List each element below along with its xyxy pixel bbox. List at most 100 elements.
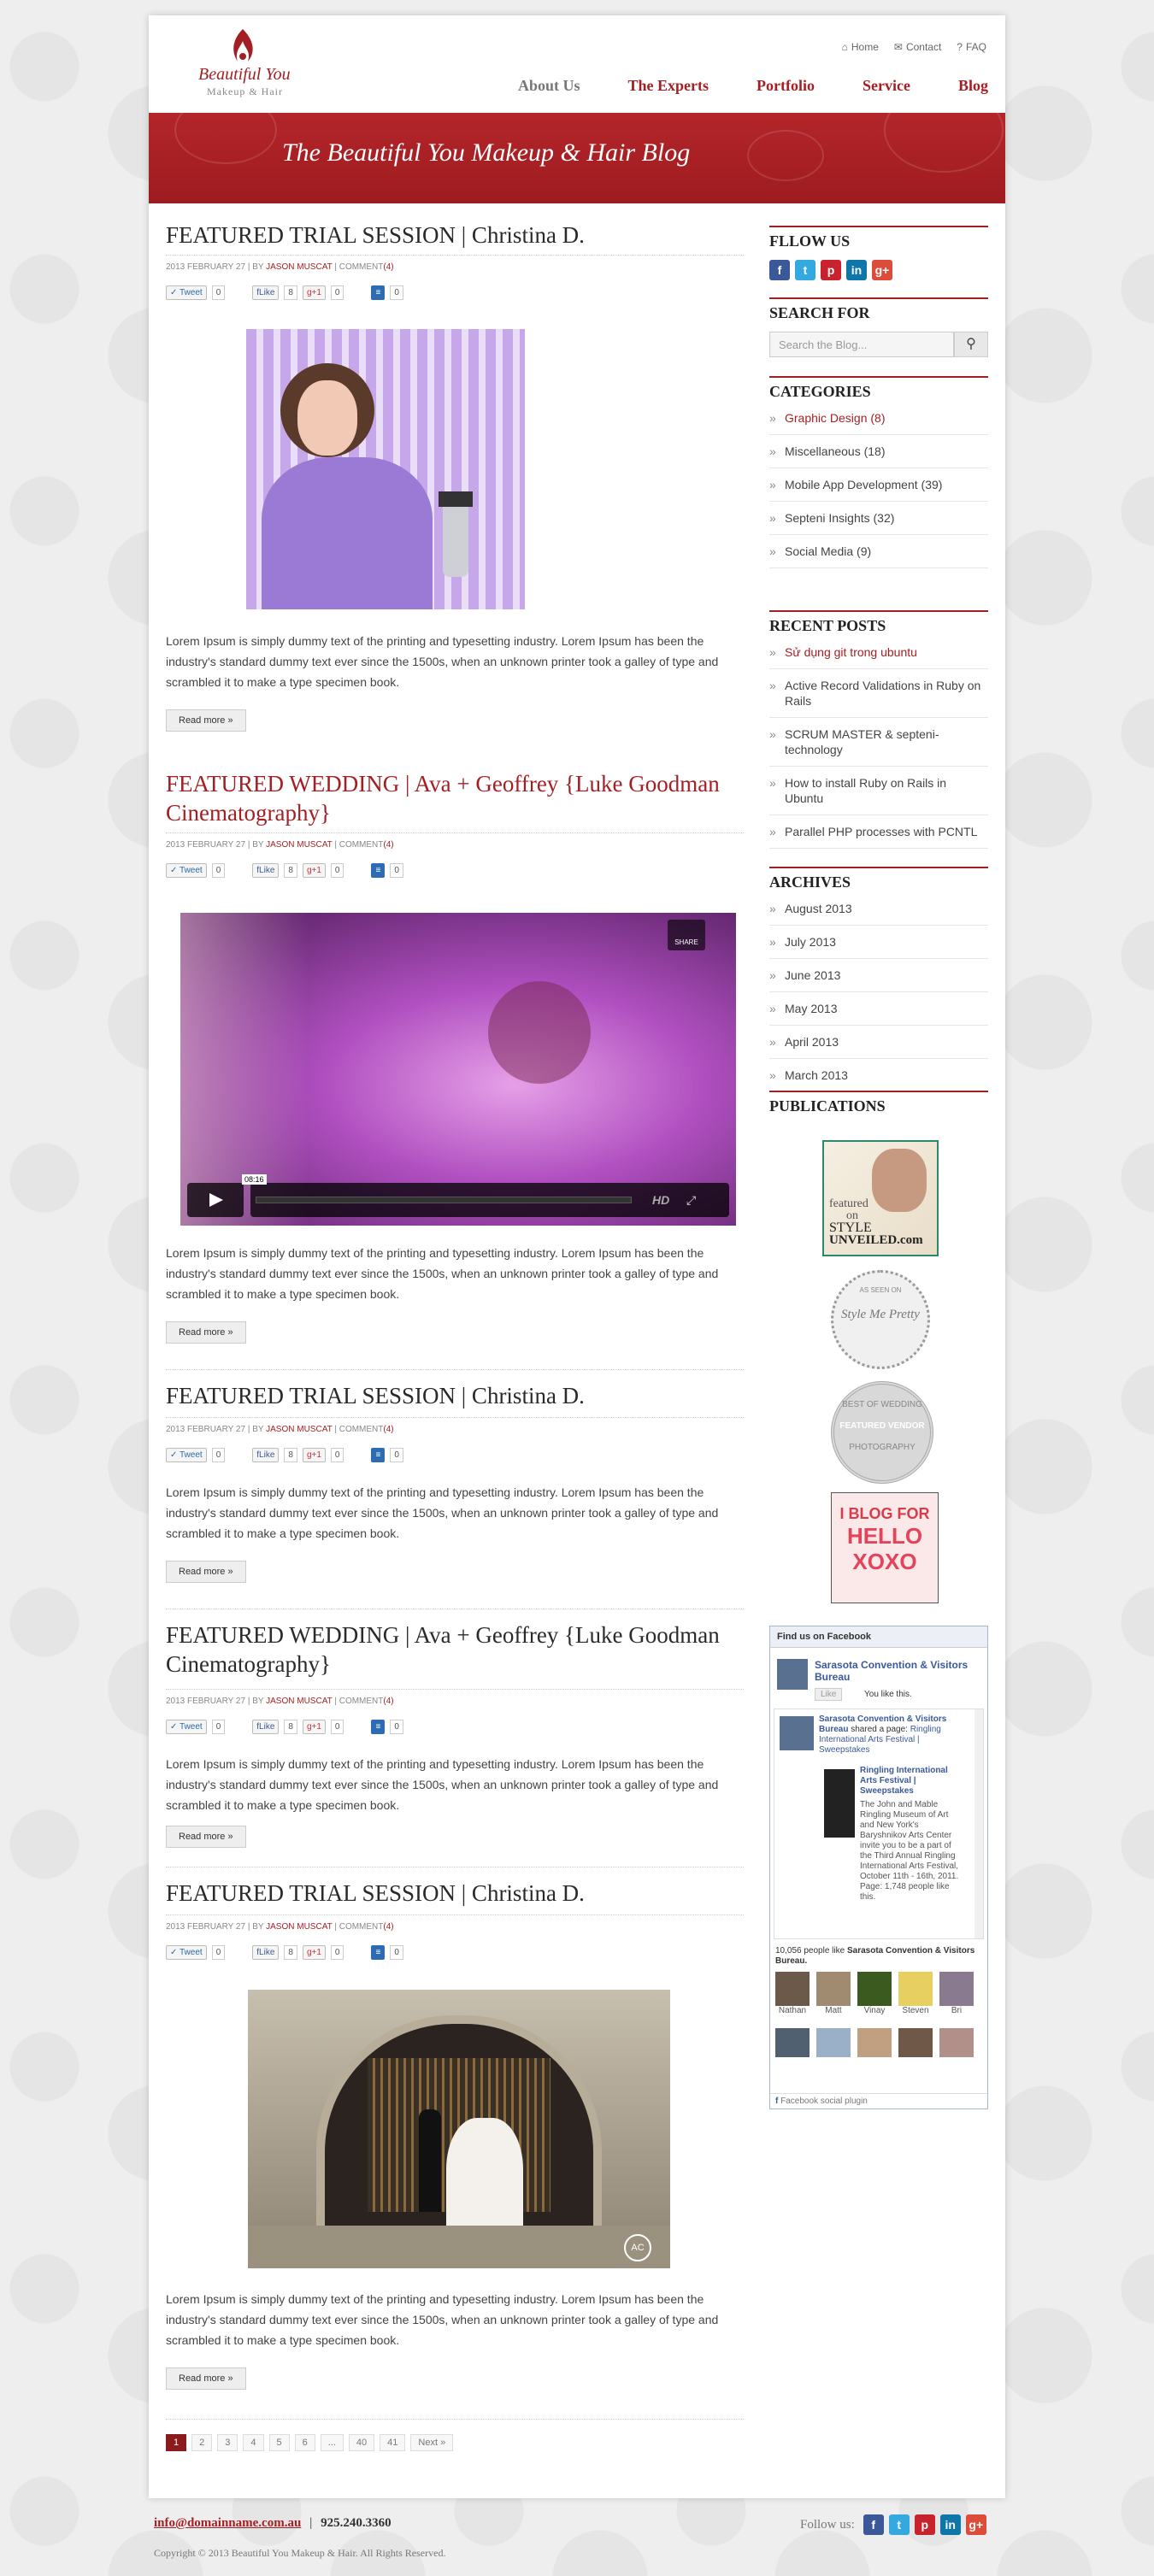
archive-item[interactable]: April 2013 (769, 1026, 988, 1059)
facebook-icon[interactable]: f (863, 2514, 884, 2535)
fullscreen-icon[interactable]: ⤢ (686, 1193, 696, 1208)
facebook-like-button[interactable]: fLike (252, 1448, 280, 1462)
tweet-button[interactable]: ✓ Tweet (166, 863, 207, 878)
facebook-like-button[interactable]: fLike (252, 1720, 280, 1734)
page-link[interactable]: 5 (268, 2434, 290, 2451)
category-item[interactable]: Mobile App Development (39) (769, 468, 988, 502)
post-title[interactable]: FEATURED TRIAL SESSION | Christina D. (166, 1381, 730, 1410)
publication-style-me-pretty[interactable]: AS SEEN ON Style Me Pretty (831, 1270, 930, 1369)
post-comment-count[interactable]: (4) (383, 1425, 393, 1434)
tweet-button[interactable]: ✓ Tweet (166, 1448, 207, 1462)
archive-item[interactable]: May 2013 (769, 992, 988, 1026)
google-plus-icon[interactable]: g+ (872, 260, 892, 280)
tweet-button[interactable]: ✓ Tweet (166, 1945, 207, 1960)
buffer-button[interactable]: ≡ (371, 285, 386, 300)
archive-item[interactable]: July 2013 (769, 926, 988, 959)
archive-item[interactable]: August 2013 (769, 892, 988, 926)
post-comment-count[interactable]: (4) (383, 1922, 393, 1932)
top-link-home[interactable]: ⌂ Home (842, 41, 879, 53)
fb-like-button[interactable]: Like (815, 1688, 843, 1701)
video-share-button[interactable]: SHARE (668, 920, 705, 950)
twitter-icon[interactable]: t (888, 2514, 910, 2535)
pinterest-icon[interactable]: p (821, 260, 841, 280)
post-comment-count[interactable]: (4) (383, 1697, 393, 1706)
publication-hello-xoxo[interactable]: I BLOG FOR HELLO XOXO (831, 1492, 939, 1603)
post-image-wedding[interactable]: AC (248, 1990, 670, 2268)
fb-face[interactable]: Nathan (775, 1972, 810, 2015)
top-link-contact[interactable]: ✉ Contact (894, 41, 941, 53)
search-button[interactable]: ⚲ (954, 332, 988, 357)
fb-post-title[interactable]: Ringling International Arts Festival | S… (860, 1766, 961, 1797)
buffer-button[interactable]: ≡ (371, 863, 386, 878)
category-item[interactable]: Social Media (9) (769, 535, 988, 568)
buffer-button[interactable]: ≡ (371, 1720, 386, 1734)
page-link[interactable]: 3 (217, 2434, 238, 2451)
post-comment-count[interactable]: (4) (383, 840, 393, 850)
archive-item[interactable]: June 2013 (769, 959, 988, 992)
post-author[interactable]: JASON MUSCAT (266, 1425, 332, 1434)
buffer-button[interactable]: ≡ (371, 1448, 386, 1462)
category-item[interactable]: Graphic Design (8) (769, 402, 988, 435)
category-item[interactable]: Septeni Insights (32) (769, 502, 988, 535)
page-link[interactable]: 41 (380, 2434, 406, 2451)
fb-stream-scrollbar[interactable] (974, 1709, 983, 1938)
recent-post-item[interactable]: Parallel PHP processes with PCNTL (769, 815, 988, 849)
nav-item-blog[interactable]: Blog (958, 77, 988, 95)
nav-item-service[interactable]: Service (863, 77, 910, 95)
post-author[interactable]: JASON MUSCAT (266, 262, 332, 272)
google-plus-button[interactable]: g+1 (302, 1945, 326, 1960)
facebook-like-button[interactable]: fLike (252, 285, 280, 300)
facebook-like-button[interactable]: fLike (252, 863, 280, 878)
page-link[interactable]: 4 (243, 2434, 264, 2451)
next-page-link[interactable]: Next » (410, 2434, 454, 2451)
publication-best-of-wedding[interactable]: BEST OF WEDDING FEATURED VENDOR PHOTOGRA… (831, 1381, 933, 1484)
google-plus-button[interactable]: g+1 (302, 285, 326, 300)
fb-page-name[interactable]: Sarasota Convention & Visitors Bureau (815, 1659, 982, 1683)
fb-page-avatar[interactable] (777, 1659, 808, 1690)
recent-post-item[interactable]: Sử dụng git trong ubuntu (769, 636, 988, 669)
google-plus-button[interactable]: g+1 (302, 1720, 326, 1734)
pinterest-icon[interactable]: p (914, 2514, 935, 2535)
read-more-button[interactable]: Read more » (166, 1561, 246, 1583)
fb-plugin-label[interactable]: Facebook social plugin (780, 2097, 868, 2106)
video-progress[interactable] (256, 1197, 632, 1203)
nav-item-experts[interactable]: The Experts (628, 77, 709, 95)
page-link[interactable]: 2 (191, 2434, 213, 2451)
video-player[interactable]: SHARE HD ⤢ 08:16 (180, 913, 736, 1226)
recent-post-item[interactable]: SCRUM MASTER & septeni-technology (769, 718, 988, 767)
page-link[interactable]: 6 (294, 2434, 315, 2451)
google-plus-icon[interactable]: g+ (965, 2514, 986, 2535)
recent-post-item[interactable]: How to install Ruby on Rails in Ubuntu (769, 767, 988, 815)
fb-face[interactable]: Vinay (857, 1972, 892, 2015)
facebook-icon[interactable]: f (769, 260, 790, 280)
play-button[interactable] (187, 1183, 244, 1217)
fb-face[interactable]: Bri (939, 1972, 974, 2015)
footer-email[interactable]: info@domainname.com.au (154, 2516, 301, 2530)
post-author[interactable]: JASON MUSCAT (266, 840, 332, 850)
buffer-button[interactable]: ≡ (371, 1945, 386, 1960)
site-logo[interactable]: Beautiful You Makeup & Hair (164, 26, 318, 111)
archive-item[interactable]: March 2013 (769, 1059, 988, 1092)
post-title[interactable]: FEATURED WEDDING | Ava + Geoffrey {Luke … (166, 769, 730, 827)
publication-style-unveiled[interactable]: featured on STYLE UNVEILED.com (822, 1140, 939, 1256)
fb-face[interactable]: Matt (816, 1972, 851, 2015)
category-item[interactable]: Miscellaneous (18) (769, 435, 988, 468)
post-comment-count[interactable]: (4) (383, 262, 393, 272)
post-title[interactable]: FEATURED TRIAL SESSION | Christina D. (166, 221, 730, 250)
linkedin-icon[interactable]: in (846, 260, 867, 280)
post-author[interactable]: JASON MUSCAT (266, 1922, 332, 1932)
fb-stream[interactable]: Sarasota Convention & Visitors Bureau sh… (774, 1709, 984, 1939)
nav-item-portfolio[interactable]: Portfolio (757, 77, 815, 95)
fb-face[interactable]: Steven (898, 1972, 933, 2015)
blog-search-input[interactable]: Search the Blog... (769, 332, 954, 357)
nav-item-about[interactable]: About Us (518, 77, 580, 95)
google-plus-button[interactable]: g+1 (302, 863, 326, 878)
post-image-model[interactable] (246, 329, 525, 609)
page-link-current[interactable]: 1 (166, 2434, 187, 2451)
recent-post-item[interactable]: Active Record Validations in Ruby on Rai… (769, 669, 988, 718)
post-title[interactable]: FEATURED TRIAL SESSION | Christina D. (166, 1879, 730, 1908)
page-link[interactable]: 40 (348, 2434, 375, 2451)
post-author[interactable]: JASON MUSCAT (266, 1697, 332, 1706)
top-link-faq[interactable]: ? FAQ (957, 41, 986, 53)
read-more-button[interactable]: Read more » (166, 1321, 246, 1344)
